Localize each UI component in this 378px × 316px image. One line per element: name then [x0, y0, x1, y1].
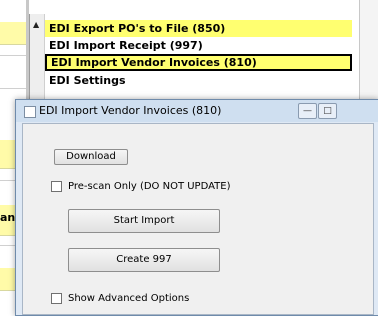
menu-item-edi-settings[interactable]: EDI Settings	[45, 72, 352, 89]
maximize-button[interactable]: □	[318, 103, 337, 119]
create-997-button[interactable]: Create 997	[68, 248, 220, 272]
scroll-up-icon[interactable]: ▲	[33, 20, 39, 29]
prescan-checkbox[interactable]	[51, 180, 62, 192]
dialog-title: EDI Import Vendor Invoices (810)	[39, 104, 222, 117]
download-button[interactable]: Download	[54, 149, 128, 165]
prescan-label: Pre-scan Only (DO NOT UPDATE)	[68, 180, 231, 192]
dialog-body: Download Pre-scan Only (DO NOT UPDATE) S…	[22, 123, 374, 315]
window-icon	[24, 106, 36, 118]
menu-item-export-po[interactable]: EDI Export PO's to File (850)	[45, 20, 352, 37]
prescan-option[interactable]: Pre-scan Only (DO NOT UPDATE)	[51, 179, 231, 193]
menu-item-import-vendor-invoices[interactable]: EDI Import Vendor Invoices (810)	[45, 54, 352, 71]
grid-row	[0, 22, 26, 45]
menu-item-import-receipt[interactable]: EDI Import Receipt (997)	[45, 37, 352, 54]
dialog-titlebar[interactable]: EDI Import Vendor Invoices (810) — □	[16, 100, 378, 122]
advanced-options-label: Show Advanced Options	[68, 292, 190, 304]
advanced-options-checkbox[interactable]	[51, 292, 62, 304]
start-import-button[interactable]: Start Import	[68, 209, 220, 233]
truncated-label: an	[0, 211, 16, 224]
minimize-button[interactable]: —	[298, 103, 317, 119]
advanced-options-option[interactable]: Show Advanced Options	[51, 291, 189, 305]
import-vendor-invoices-dialog: EDI Import Vendor Invoices (810) — □ Dow…	[15, 99, 378, 316]
